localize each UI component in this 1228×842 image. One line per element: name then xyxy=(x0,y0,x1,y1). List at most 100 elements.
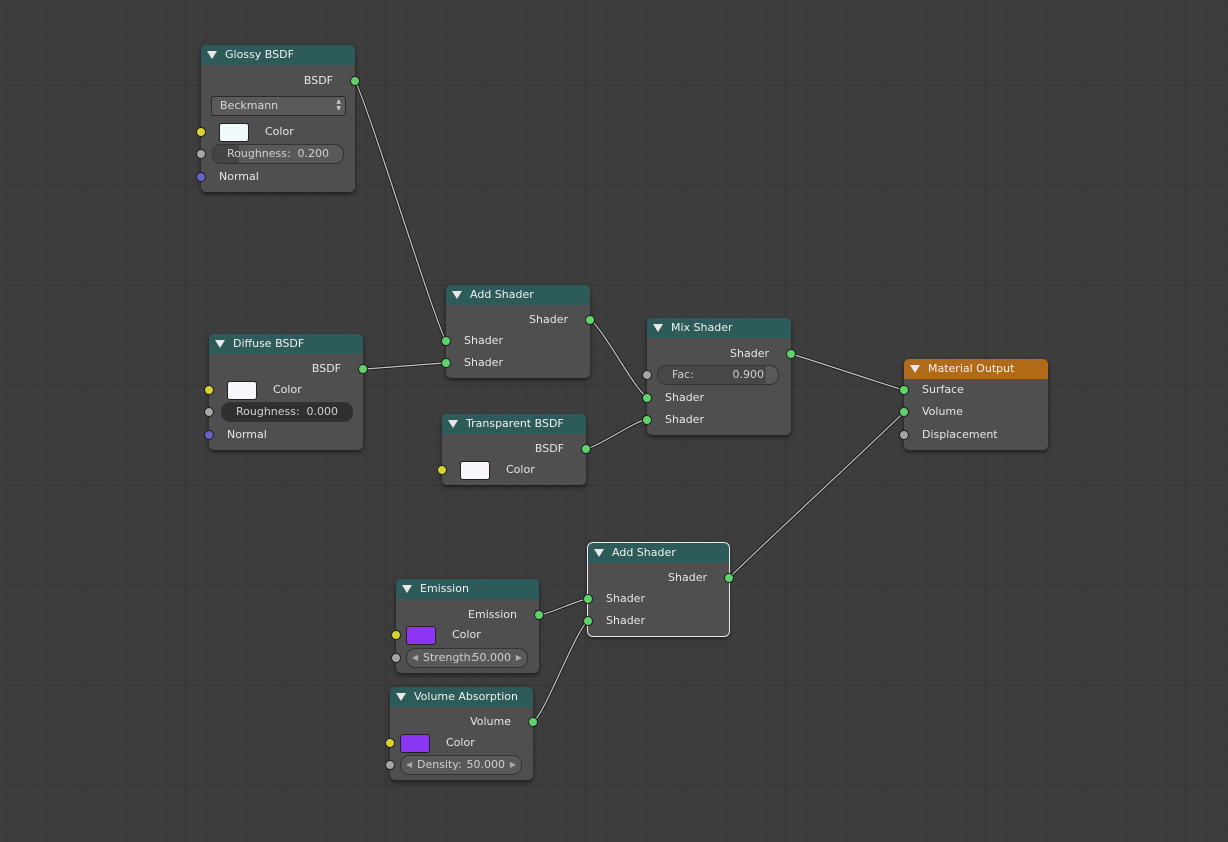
fac-row: Fac: 0.900 xyxy=(642,365,791,385)
node-header[interactable]: Mix Shader xyxy=(647,318,791,338)
color-swatch[interactable] xyxy=(227,380,257,400)
socket-label: Shader xyxy=(606,592,645,605)
color-swatch[interactable] xyxy=(400,733,430,753)
distribution-dropdown[interactable]: Beckmann ▲ ▼ xyxy=(211,96,346,116)
surface-input-socket[interactable] xyxy=(899,385,909,395)
collapse-triangle-icon[interactable] xyxy=(207,51,217,59)
roughness-input-socket[interactable] xyxy=(196,149,206,159)
decrement-arrow-icon[interactable]: ◀ xyxy=(406,756,412,774)
socket-label: Color xyxy=(273,383,302,396)
roughness-field[interactable]: Roughness: 0.200 xyxy=(212,144,344,164)
node-header[interactable]: Transparent BSDF xyxy=(442,414,586,434)
field-value: 50.000 xyxy=(466,758,506,771)
density-input-socket[interactable] xyxy=(385,760,395,770)
output-socket-row: Volume xyxy=(390,712,538,732)
add-shader-node-selected[interactable]: Add Shader Shader Shader Shader xyxy=(583,542,734,637)
shader-input-socket[interactable] xyxy=(583,616,593,626)
shader-input-socket[interactable] xyxy=(642,415,652,425)
socket-label: Shader xyxy=(606,614,645,627)
output-socket-row: BSDF xyxy=(201,71,360,91)
displacement-input-socket[interactable] xyxy=(899,430,909,440)
color-input-socket[interactable] xyxy=(391,630,401,640)
add-shader-node[interactable]: Add Shader Shader Shader Shader xyxy=(441,285,595,378)
color-swatch[interactable] xyxy=(460,460,490,480)
color-swatch[interactable] xyxy=(406,625,436,645)
socket-label: Color xyxy=(506,463,535,476)
node-header[interactable]: Emission xyxy=(396,579,539,599)
socket-label: Shader xyxy=(665,413,704,426)
strength-row: ◀ Strength: 50.000 ▶ xyxy=(391,648,539,668)
collapse-triangle-icon[interactable] xyxy=(215,340,225,348)
glossy-bsdf-node[interactable]: Glossy BSDF BSDF Beckmann ▲ ▼ Color Roughn… xyxy=(196,45,360,192)
collapse-triangle-icon[interactable] xyxy=(402,585,412,593)
increment-arrow-icon[interactable]: ▶ xyxy=(510,756,516,774)
node-title: Diffuse BSDF xyxy=(233,337,305,350)
mix-shader-node[interactable]: Mix Shader Shader Fac: 0.900 Shader Shade… xyxy=(642,318,796,435)
collapse-triangle-icon[interactable] xyxy=(448,420,458,428)
node-header[interactable]: Add Shader xyxy=(446,285,590,305)
emission-output-socket[interactable] xyxy=(534,610,544,620)
shader-output-socket[interactable] xyxy=(786,349,796,359)
volume-absorption-node[interactable]: Volume Absorption Volume Color ◀ Density:… xyxy=(385,687,538,780)
density-field[interactable]: ◀ Density: 50.000 ▶ xyxy=(400,755,522,775)
glossy-to-add-link-shadow xyxy=(353,80,448,342)
shader-input-socket[interactable] xyxy=(583,594,593,604)
dropdown-value: Beckmann xyxy=(220,99,279,112)
roughness-input-socket[interactable] xyxy=(204,407,214,417)
diffuse-bsdf-node[interactable]: Diffuse BSDF BSDF Color Roughness: 0.000 … xyxy=(204,334,368,450)
color-swatch[interactable] xyxy=(219,122,249,142)
color-input-socket[interactable] xyxy=(204,385,214,395)
volume-output-socket[interactable] xyxy=(528,717,538,727)
color-row: Color xyxy=(391,625,539,645)
node-header[interactable]: Diffuse BSDF xyxy=(209,334,363,354)
strength-input-socket[interactable] xyxy=(391,653,401,663)
shader-input-socket[interactable] xyxy=(441,358,451,368)
decrement-arrow-icon[interactable]: ◀ xyxy=(412,649,418,667)
collapse-triangle-icon[interactable] xyxy=(396,693,406,701)
collapse-triangle-icon[interactable] xyxy=(594,549,604,557)
color-input-socket[interactable] xyxy=(437,465,447,475)
socket-label: Shader xyxy=(464,356,503,369)
material-output-node[interactable]: Material Output Surface Volume Displacem… xyxy=(899,359,1048,450)
collapse-triangle-icon[interactable] xyxy=(653,324,663,332)
shader-output-socket[interactable] xyxy=(724,573,734,583)
field-value: 0.000 xyxy=(306,405,339,418)
add-to-mix-link-shadow xyxy=(589,318,648,399)
emission-node[interactable]: Emission Emission Color ◀ Strength: 50.000… xyxy=(391,579,544,673)
shader-input-socket[interactable] xyxy=(441,336,451,346)
shader-input-row: Shader xyxy=(441,331,590,351)
color-input-socket[interactable] xyxy=(196,127,206,137)
fac-input-socket[interactable] xyxy=(642,370,652,380)
collapse-triangle-icon[interactable] xyxy=(452,291,462,299)
node-title: Glossy BSDF xyxy=(225,48,294,61)
color-row: Color xyxy=(385,733,533,753)
bsdf-output-socket[interactable] xyxy=(358,364,368,374)
volume-input-socket[interactable] xyxy=(899,407,909,417)
roughness-field[interactable]: Roughness: 0.000 xyxy=(221,402,353,422)
transparent-to-mix-link-shadow xyxy=(585,417,648,451)
field-label: Fac: xyxy=(672,368,694,381)
node-header[interactable]: Material Output xyxy=(904,359,1048,379)
increment-arrow-icon[interactable]: ▶ xyxy=(516,649,522,667)
node-header[interactable]: Add Shader xyxy=(588,543,729,563)
bsdf-output-socket[interactable] xyxy=(581,444,591,454)
field-value: 50.000 xyxy=(472,651,512,664)
node-header[interactable]: Volume Absorption xyxy=(390,687,533,707)
bsdf-output-socket[interactable] xyxy=(350,76,360,86)
color-input-socket[interactable] xyxy=(385,738,395,748)
node-header[interactable]: Glossy BSDF xyxy=(201,45,355,65)
shader-input-socket[interactable] xyxy=(642,393,652,403)
shader-output-socket[interactable] xyxy=(585,315,595,325)
transparent-bsdf-node[interactable]: Transparent BSDF BSDF Color xyxy=(437,414,591,485)
node-title: Transparent BSDF xyxy=(466,417,564,430)
collapse-triangle-icon[interactable] xyxy=(910,365,920,373)
fac-field[interactable]: Fac: 0.900 xyxy=(657,365,779,385)
output-socket-row: Shader xyxy=(446,310,595,330)
normal-input-socket[interactable] xyxy=(204,430,214,440)
strength-field[interactable]: ◀ Strength: 50.000 ▶ xyxy=(406,648,528,668)
normal-input-socket[interactable] xyxy=(196,172,206,182)
socket-label: Shader xyxy=(529,313,568,326)
color-row: Color xyxy=(204,380,363,400)
output-socket-row: Shader xyxy=(647,344,796,364)
displacement-input-row: Displacement xyxy=(899,425,1048,445)
